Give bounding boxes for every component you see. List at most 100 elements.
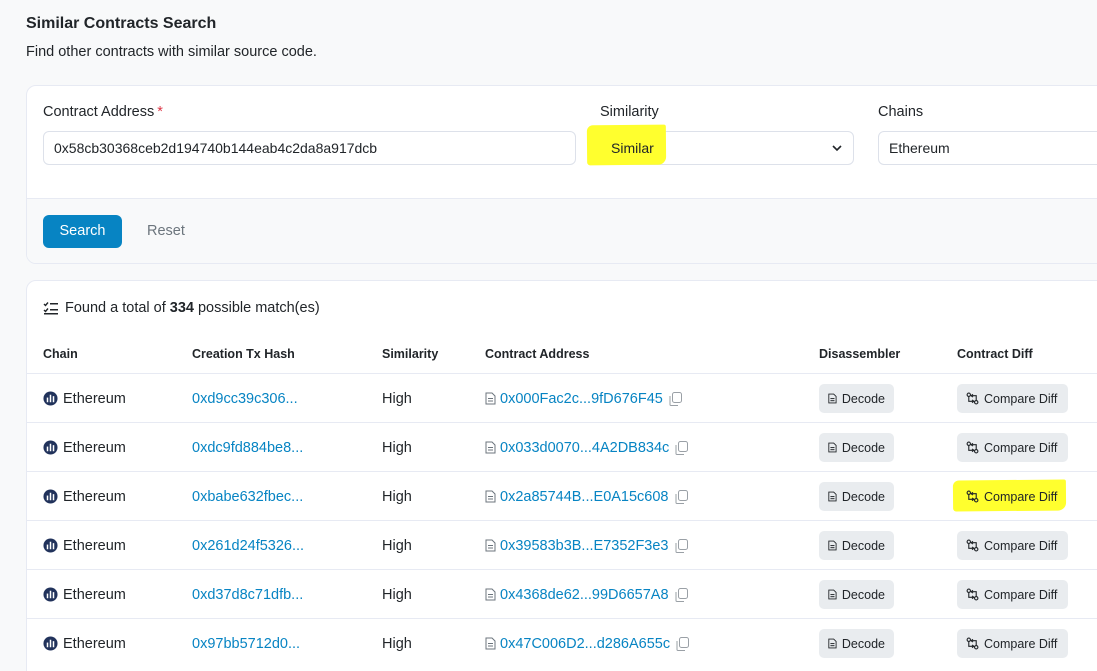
compare-diff-button[interactable]: Compare Diff xyxy=(957,482,1068,511)
ethereum-logo-icon xyxy=(43,587,58,602)
file-code-icon xyxy=(828,393,837,404)
tx-hash-link[interactable]: 0xbabe632fbec... xyxy=(192,489,303,505)
contract-address-input[interactable]: 0x58cb30368ceb2d194740b144eab4c2da8a917d… xyxy=(43,131,576,165)
contract-address-link[interactable]: 0x000Fac2c...9fD676F45 xyxy=(500,391,663,407)
results-card: Found a total of 334 possible match(es) … xyxy=(26,280,1097,671)
compare-diff-label: Compare Diff xyxy=(984,440,1058,455)
list-check-icon xyxy=(43,302,58,315)
file-code-icon xyxy=(828,540,837,551)
compare-diff-label: Compare Diff xyxy=(984,489,1058,504)
compare-diff-button[interactable]: Compare Diff xyxy=(957,384,1068,413)
contract-address-cell: 0x4368de62...99D6657A8 xyxy=(485,570,688,619)
document-icon xyxy=(485,588,496,601)
contract-address-link[interactable]: 0x033d0070...4A2DB834c xyxy=(500,440,669,456)
decode-label: Decode xyxy=(841,391,885,406)
ethereum-logo-icon xyxy=(43,489,58,504)
summary-prefix: Found a total of xyxy=(65,300,166,316)
column-header-chain: Chain xyxy=(43,347,78,361)
compare-diff-button[interactable]: Compare Diff xyxy=(957,433,1068,462)
similarity-select[interactable]: Similar xyxy=(586,124,854,166)
search-form-actions: Search Reset xyxy=(27,198,1097,263)
summary-suffix: possible match(es) xyxy=(197,300,320,316)
table-row: Ethereum 0x97bb5712d0... High 0x47C006D2...… xyxy=(27,618,1097,667)
chains-select[interactable]: Ethereum xyxy=(878,131,1097,165)
decode-button[interactable]: Decode xyxy=(819,629,894,658)
tx-hash-link[interactable]: 0xdc9fd884be8... xyxy=(192,440,303,456)
compare-diff-label: Compare Diff xyxy=(984,636,1058,651)
search-form-card: Contract Address * 0x58cb30368ceb2d194740… xyxy=(26,85,1097,264)
tx-hash-link[interactable]: 0x261d24f5326... xyxy=(192,538,304,554)
table-row: Ethereum 0xd37d8c71dfb... High 0x4368de62..… xyxy=(27,569,1097,618)
decode-button[interactable]: Decode xyxy=(819,482,894,511)
document-icon xyxy=(485,441,496,454)
tx-hash-link[interactable]: 0xd37d8c71dfb... xyxy=(192,587,303,603)
document-icon xyxy=(485,392,496,405)
chain-cell: Ethereum xyxy=(43,570,126,619)
file-code-icon xyxy=(828,442,837,453)
chain-cell: Ethereum xyxy=(43,472,126,521)
tx-hash-cell: 0xd37d8c71dfb... xyxy=(192,570,303,619)
chain-cell: Ethereum xyxy=(43,619,126,668)
tx-hash-link[interactable]: 0x97bb5712d0... xyxy=(192,636,300,652)
compare-diff-button[interactable]: Compare Diff xyxy=(957,580,1068,609)
ethereum-logo-icon xyxy=(43,636,58,651)
arrows-exchange-icon xyxy=(966,637,979,650)
decode-button[interactable]: Decode xyxy=(819,384,894,413)
chain-name: Ethereum xyxy=(63,439,126,456)
similarity-cell: High xyxy=(382,374,412,423)
compare-diff-button[interactable]: Compare Diff xyxy=(957,629,1068,658)
compare-diff-label: Compare Diff xyxy=(984,538,1058,553)
decode-button[interactable]: Decode xyxy=(819,433,894,462)
similarity-cell: High xyxy=(382,619,412,668)
copy-icon[interactable] xyxy=(675,440,689,455)
decode-label: Decode xyxy=(841,538,885,553)
arrows-exchange-icon xyxy=(966,539,979,552)
copy-icon[interactable] xyxy=(676,636,690,651)
chain-name: Ethereum xyxy=(63,488,126,505)
decode-label: Decode xyxy=(841,636,885,651)
arrows-exchange-icon xyxy=(966,441,979,454)
similarity-cell: High xyxy=(382,472,412,521)
arrows-exchange-icon xyxy=(966,588,979,601)
table-row: Ethereum 0x261d24f5326... High 0x39583b3B..… xyxy=(27,520,1097,569)
similarity-text: High xyxy=(382,586,412,603)
contract-address-cell: 0x2a85744B...E0A15c608 xyxy=(485,472,688,521)
column-header-contract-address: Contract Address xyxy=(485,347,590,361)
column-header-disassembler: Disassembler xyxy=(819,347,901,361)
contract-address-cell: 0x47C006D2...d286A655c xyxy=(485,619,690,668)
tx-hash-cell: 0xbabe632fbec... xyxy=(192,472,303,521)
contract-address-link[interactable]: 0x2a85744B...E0A15c608 xyxy=(500,489,669,505)
contract-address-link[interactable]: 0x4368de62...99D6657A8 xyxy=(500,587,669,603)
contract-address-link[interactable]: 0x47C006D2...d286A655c xyxy=(500,636,670,652)
document-icon xyxy=(485,637,496,650)
compare-diff-button[interactable]: Compare Diff xyxy=(957,531,1068,560)
chain-cell: Ethereum xyxy=(43,423,126,472)
chain-name: Ethereum xyxy=(63,390,126,407)
decode-button[interactable]: Decode xyxy=(819,580,894,609)
search-button[interactable]: Search xyxy=(43,215,122,248)
column-header-tx-hash: Creation Tx Hash xyxy=(192,347,295,361)
ethereum-logo-icon xyxy=(43,538,58,553)
arrows-exchange-icon xyxy=(966,392,979,405)
copy-icon[interactable] xyxy=(669,391,682,406)
copy-icon[interactable] xyxy=(675,538,688,553)
column-header-contract-diff: Contract Diff xyxy=(957,347,1033,361)
similarity-cell: High xyxy=(382,570,412,619)
ethereum-logo-icon xyxy=(43,391,58,406)
contract-address-label-text: Contract Address xyxy=(43,104,155,120)
chain-cell: Ethereum xyxy=(43,374,126,423)
decode-button[interactable]: Decode xyxy=(819,531,894,560)
contract-address-link[interactable]: 0x39583b3B...E7352F3e3 xyxy=(500,538,669,554)
similarity-cell: High xyxy=(382,521,412,570)
tx-hash-cell: 0x97bb5712d0... xyxy=(192,619,300,668)
tx-hash-link[interactable]: 0xd9cc39c306... xyxy=(192,391,298,407)
results-summary: Found a total of 334 possible match(es) xyxy=(43,300,320,316)
column-header-similarity: Similarity xyxy=(382,347,439,361)
reset-button[interactable]: Reset xyxy=(147,215,185,248)
similarity-cell: High xyxy=(382,423,412,472)
copy-icon[interactable] xyxy=(675,587,688,602)
document-icon xyxy=(485,490,496,503)
copy-icon[interactable] xyxy=(675,489,688,504)
chain-cell: Ethereum xyxy=(43,521,126,570)
tx-hash-cell: 0x261d24f5326... xyxy=(192,521,304,570)
